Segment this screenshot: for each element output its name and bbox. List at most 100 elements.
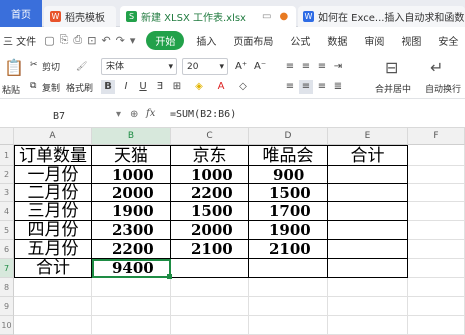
cell-f7[interactable] <box>408 259 465 278</box>
cell-c4[interactable]: 1500 <box>171 202 249 221</box>
cell-e9[interactable] <box>328 297 408 316</box>
cell-c10[interactable] <box>171 316 249 335</box>
borders-icon[interactable]: ⊞ <box>170 80 184 94</box>
review-tab[interactable]: 审阅 <box>364 33 384 48</box>
security-tab[interactable]: 安全 <box>438 33 458 48</box>
fill-handle[interactable] <box>167 274 172 279</box>
cell-a1[interactable]: 订单数量 <box>14 145 92 166</box>
cell-d4[interactable]: 1700 <box>249 202 328 221</box>
paste-button[interactable]: 粘贴 <box>2 83 20 96</box>
merge-icon[interactable]: ⊟ <box>385 58 398 77</box>
cell-a5[interactable]: 四月份 <box>14 221 92 240</box>
preview-icon[interactable]: ⊡ <box>87 34 96 47</box>
cell-d2[interactable]: 900 <box>249 166 328 184</box>
row-header-9[interactable]: 9 <box>0 297 14 316</box>
cell-d9[interactable] <box>249 297 328 316</box>
strikethrough-icon[interactable]: Ǝ <box>153 80 167 94</box>
align-right-icon[interactable]: ≡ <box>315 80 329 94</box>
more-icon[interactable]: ▾ <box>130 34 136 47</box>
brush-icon[interactable]: 🖌 <box>76 62 87 72</box>
page-layout-tab[interactable]: 页面布局 <box>233 33 273 48</box>
cell-e7[interactable] <box>328 259 408 278</box>
tab-home[interactable]: 首页 <box>0 0 42 27</box>
chevron-down-icon[interactable]: ▾ <box>116 109 121 120</box>
data-tab[interactable]: 数据 <box>327 33 347 48</box>
cell-d10[interactable] <box>249 316 328 335</box>
underline-button[interactable]: U <box>136 80 150 94</box>
copy-icon[interactable]: ⧉ <box>30 81 36 91</box>
shrink-font-button[interactable]: A⁻ <box>254 61 266 72</box>
paste-icon[interactable]: 📋 <box>4 58 24 77</box>
cell-f9[interactable] <box>408 297 465 316</box>
bold-button[interactable]: B <box>101 80 115 94</box>
align-center-icon[interactable]: ≡ <box>299 80 313 94</box>
copy-button[interactable]: 复制 <box>42 81 60 94</box>
cell-c1[interactable]: 京东 <box>171 145 249 166</box>
tab-xlsx-file[interactable]: S 新建 XLSX 工作表.xlsx ▭ ● <box>120 6 296 27</box>
column-header-a[interactable]: A <box>14 128 92 145</box>
insert-tab[interactable]: 插入 <box>196 33 216 48</box>
cell-b5[interactable]: 2300 <box>92 221 171 240</box>
cell-f3[interactable] <box>408 184 465 202</box>
font-name-select[interactable]: 宋体 ▾ <box>101 58 177 75</box>
cell-d1[interactable]: 唯品会 <box>249 145 328 166</box>
column-header-d[interactable]: D <box>249 128 328 145</box>
view-tab[interactable]: 视图 <box>401 33 421 48</box>
file-menu[interactable]: 三 文件 <box>3 33 36 48</box>
new-icon[interactable]: ▢ <box>44 34 54 47</box>
cell-c2[interactable]: 1000 <box>171 166 249 184</box>
clear-format-icon[interactable]: ◇ <box>236 80 250 94</box>
formula-input[interactable]: =SUM(B2:B6) <box>170 109 236 120</box>
row-header-2[interactable]: 2 <box>0 166 14 184</box>
formulas-tab[interactable]: 公式 <box>290 33 310 48</box>
align-left-icon[interactable]: ≡ <box>283 80 297 94</box>
grow-font-button[interactable]: A⁺ <box>235 61 247 72</box>
cell-b4[interactable]: 1900 <box>92 202 171 221</box>
cell-e4[interactable] <box>328 202 408 221</box>
cell-d3[interactable]: 1500 <box>249 184 328 202</box>
zoom-icon[interactable]: ⊕ <box>130 109 138 120</box>
fill-color-icon[interactable]: ◈ <box>192 80 206 94</box>
cell-e8[interactable] <box>328 278 408 297</box>
cell-f4[interactable] <box>408 202 465 221</box>
cell-c6[interactable]: 2100 <box>171 240 249 259</box>
align-middle-icon[interactable]: ≡ <box>299 60 313 74</box>
row-header-8[interactable]: 8 <box>0 278 14 297</box>
cell-d7[interactable] <box>249 259 328 278</box>
cell-a9[interactable] <box>14 297 92 316</box>
cell-f2[interactable] <box>408 166 465 184</box>
wrap-text-button[interactable]: 自动换行 <box>425 82 461 95</box>
cell-c8[interactable] <box>171 278 249 297</box>
align-bottom-icon[interactable]: ≡ <box>315 60 329 74</box>
cell-b9[interactable] <box>92 297 171 316</box>
cell-c5[interactable]: 2000 <box>171 221 249 240</box>
cell-f10[interactable] <box>408 316 465 335</box>
select-all-corner[interactable] <box>0 128 14 145</box>
cell-f5[interactable] <box>408 221 465 240</box>
cell-c7[interactable] <box>171 259 249 278</box>
cell-b6[interactable]: 2200 <box>92 240 171 259</box>
cell-b2[interactable]: 1000 <box>92 166 171 184</box>
column-header-b[interactable]: B <box>92 128 171 145</box>
cell-b3[interactable]: 2000 <box>92 184 171 202</box>
cell-e5[interactable] <box>328 221 408 240</box>
cell-a8[interactable] <box>14 278 92 297</box>
cell-c3[interactable]: 2200 <box>171 184 249 202</box>
cell-a3[interactable]: 二月份 <box>14 184 92 202</box>
row-header-4[interactable]: 4 <box>0 202 14 221</box>
column-header-e[interactable]: E <box>328 128 408 145</box>
name-box[interactable]: B7 <box>4 109 114 125</box>
cell-a10[interactable] <box>14 316 92 335</box>
format-painter-button[interactable]: 格式刷 <box>66 81 93 94</box>
cell-b1[interactable]: 天猫 <box>92 145 171 166</box>
cell-d5[interactable]: 1900 <box>249 221 328 240</box>
cut-icon[interactable]: ✂ <box>30 60 38 70</box>
cell-e2[interactable] <box>328 166 408 184</box>
wrap-icon[interactable]: ↵ <box>430 58 443 77</box>
cell-c9[interactable] <box>171 297 249 316</box>
tab-doc-file[interactable]: W 如何在 Exce...插入自动求和函数 <box>298 6 465 27</box>
column-header-f[interactable]: F <box>408 128 465 145</box>
cell-b7[interactable]: 9400 <box>92 259 171 278</box>
cell-e3[interactable] <box>328 184 408 202</box>
window-icon[interactable]: ▭ <box>262 11 271 22</box>
